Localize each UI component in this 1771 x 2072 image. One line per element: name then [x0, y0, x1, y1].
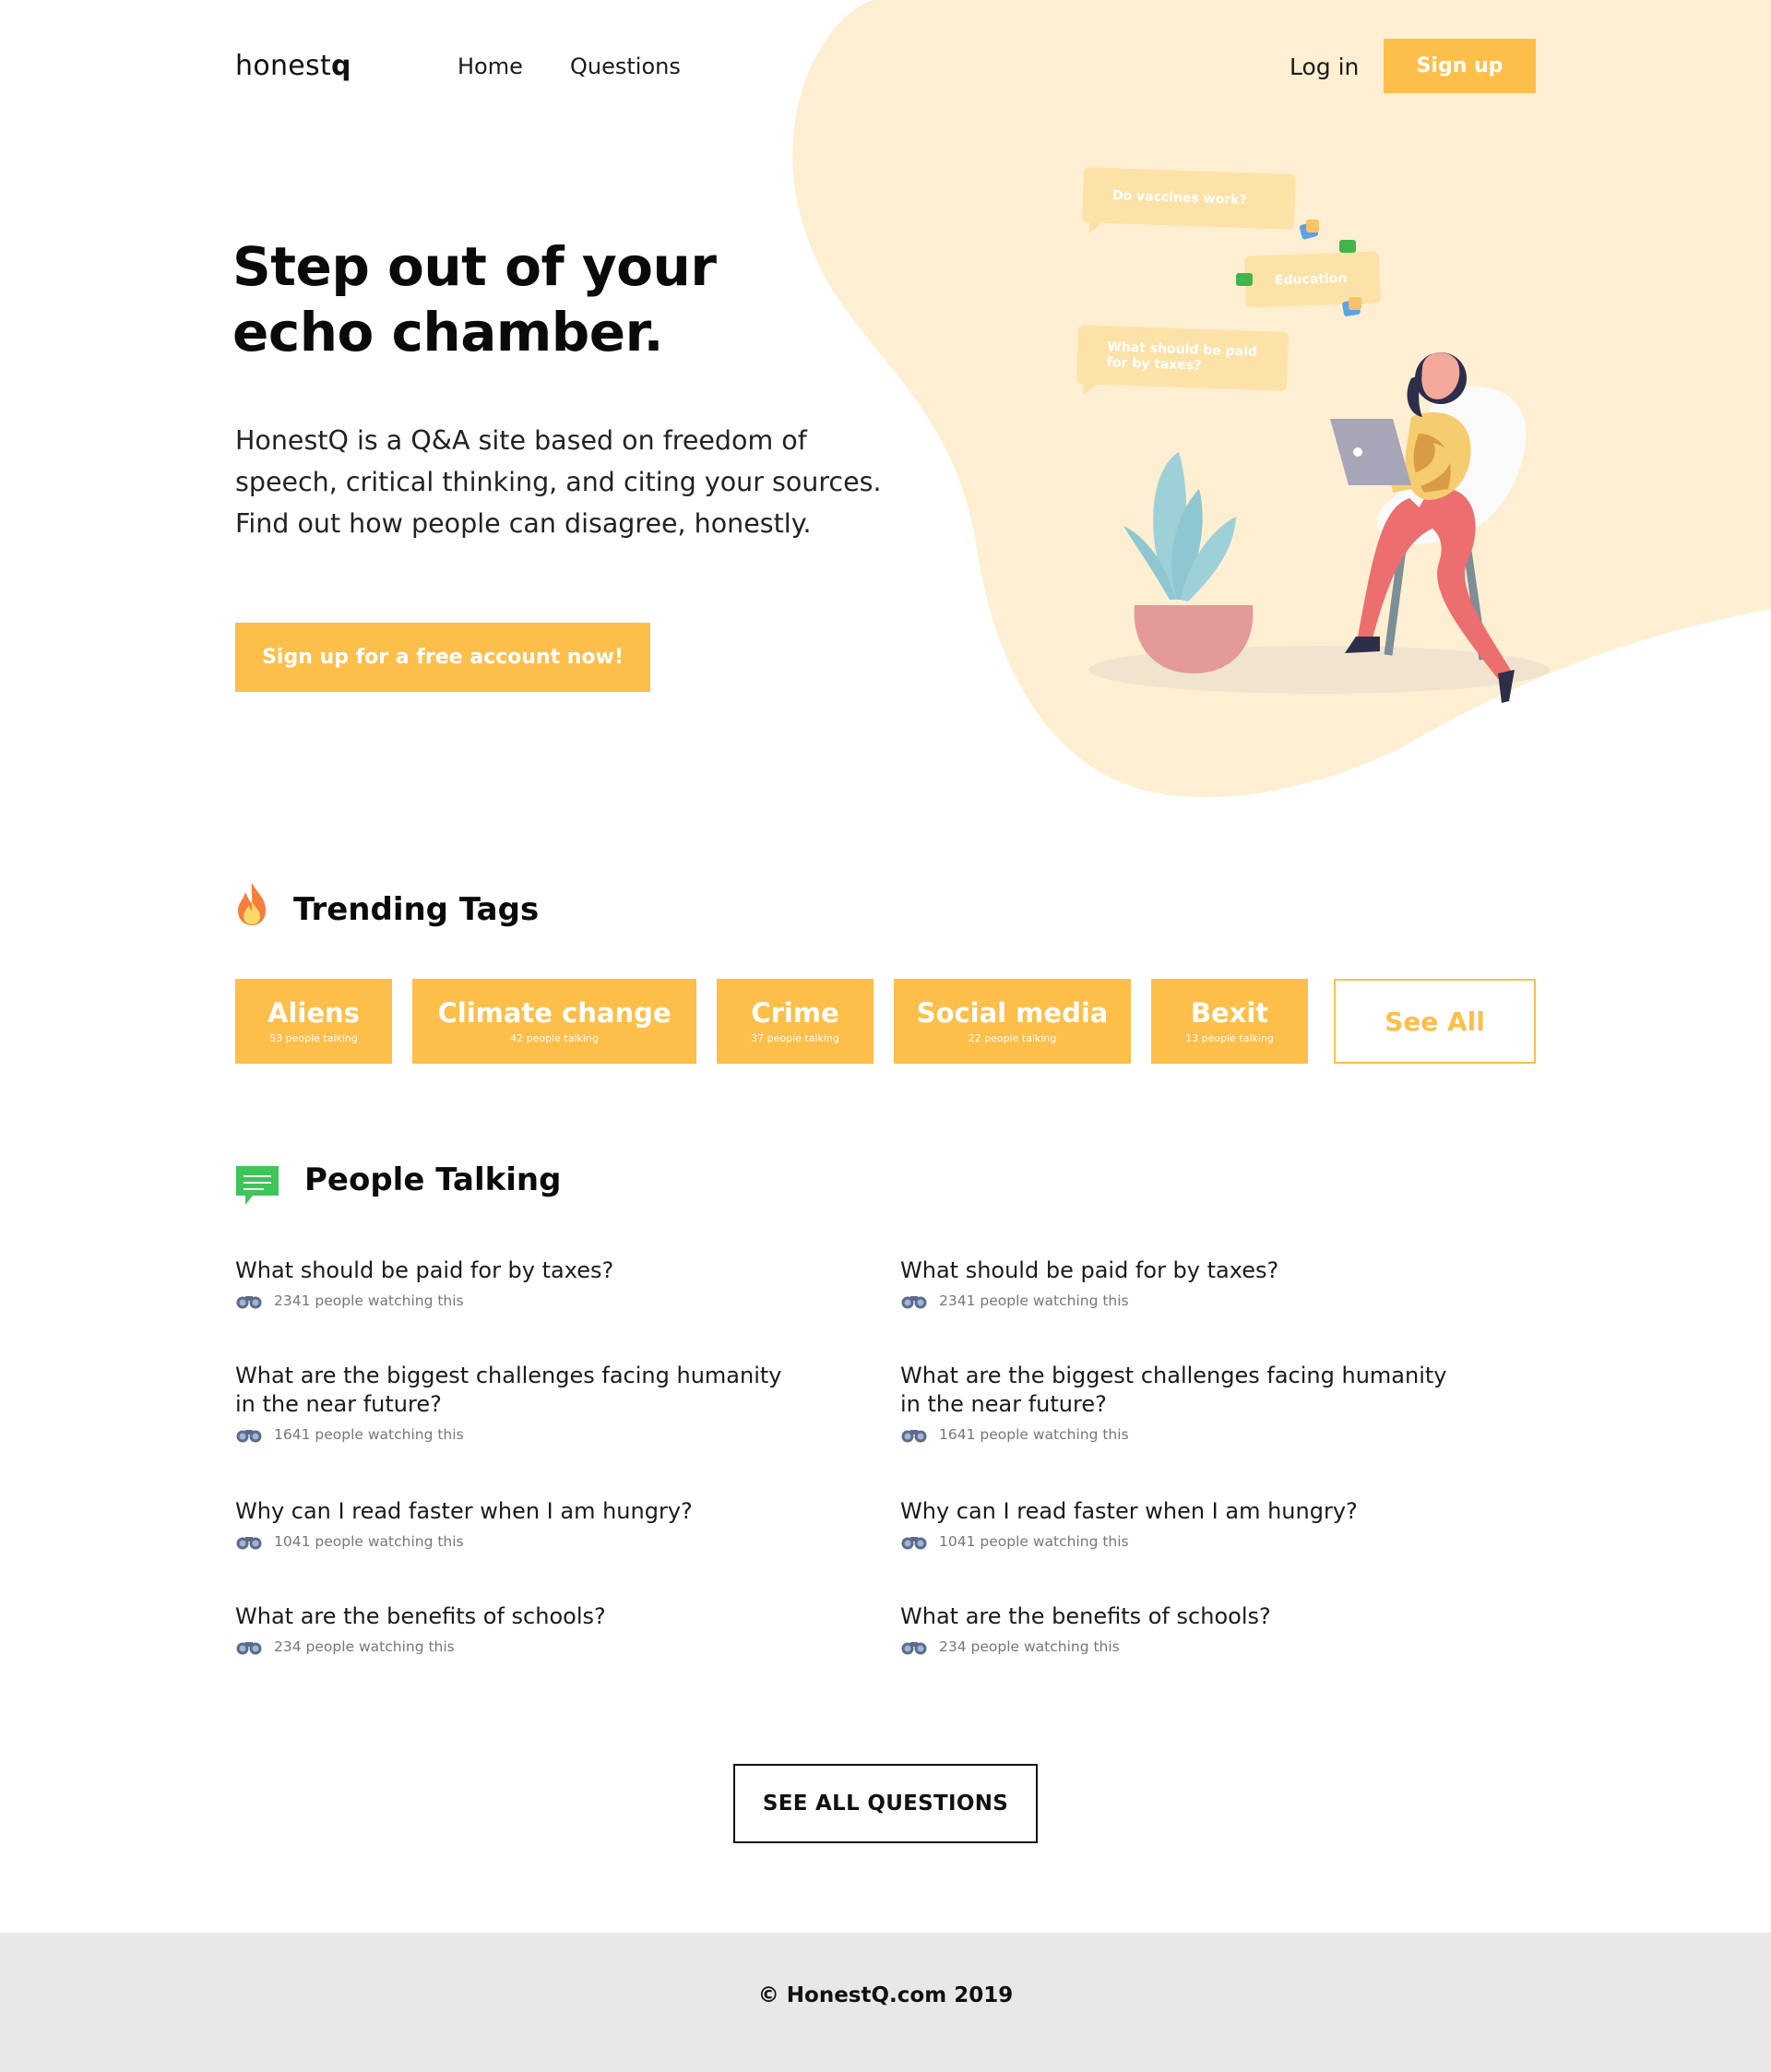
question-title[interactable]: What are the biggest challenges facing h… — [235, 1362, 807, 1419]
question-item[interactable]: Why can I read faster when I am hungry? … — [235, 1497, 807, 1550]
question-item[interactable]: What are the benefits of schools? 234 pe… — [235, 1602, 807, 1655]
question-meta: 1041 people watching this — [900, 1533, 1472, 1550]
binoculars-icon — [236, 1537, 262, 1550]
hero-description-line1: HonestQ is a Q&A site based on freedom o… — [235, 425, 807, 456]
watching-count: 2341 people watching this — [274, 1292, 464, 1309]
tag-aliens[interactable]: Aliens 53 people talking — [235, 979, 392, 1064]
watching-count: 1641 people watching this — [274, 1426, 464, 1443]
signup-button[interactable]: Sign up — [1384, 39, 1536, 93]
footer: © HonestQ.com 2019 — [0, 1933, 1771, 2072]
question-meta: 234 people watching this — [235, 1638, 807, 1655]
footer-copyright: © HonestQ.com 2019 — [757, 1983, 1014, 2007]
question-item[interactable]: What are the biggest challenges facing h… — [235, 1362, 807, 1443]
logo[interactable]: honestq — [235, 50, 351, 82]
question-item[interactable]: Why can I read faster when I am hungry? … — [900, 1497, 1472, 1550]
see-all-questions-button[interactable]: SEE ALL QUESTIONS — [733, 1764, 1038, 1843]
question-meta: 1041 people watching this — [235, 1533, 807, 1550]
hero-title-line1: Step out of your — [232, 235, 717, 298]
binoculars-icon — [901, 1537, 927, 1550]
nav-questions-link[interactable]: Questions — [570, 54, 681, 79]
question-meta: 1641 people watching this — [900, 1426, 1472, 1443]
binoculars-icon — [236, 1642, 262, 1655]
people-talking-heading: People Talking — [304, 1161, 562, 1198]
tag-name: Social media — [916, 997, 1109, 1029]
watching-count: 234 people watching this — [274, 1638, 455, 1655]
hero-title-line2: echo chamber. — [232, 301, 664, 363]
question-item[interactable]: What are the benefits of schools? 234 pe… — [900, 1602, 1472, 1655]
fire-icon — [238, 883, 266, 925]
binoculars-icon — [901, 1642, 927, 1655]
watching-count: 1641 people watching this — [939, 1426, 1129, 1443]
watching-count: 2341 people watching this — [939, 1292, 1129, 1309]
question-meta: 2341 people watching this — [900, 1292, 1472, 1309]
chat-icon — [236, 1166, 279, 1205]
tag-count: 13 people talking — [1185, 1032, 1274, 1044]
tag-count: 42 people talking — [510, 1032, 599, 1044]
question-title[interactable]: What are the benefits of schools? — [900, 1602, 1472, 1631]
tag-count: 53 people talking — [269, 1032, 358, 1044]
question-title[interactable]: What should be paid for by taxes? — [900, 1256, 1472, 1285]
question-item[interactable]: What are the biggest challenges facing h… — [900, 1362, 1472, 1443]
hero-title: Step out of your echo chamber. — [232, 234, 804, 365]
tag-crime[interactable]: Crime 37 people talking — [717, 979, 874, 1064]
watching-count: 1041 people watching this — [939, 1533, 1129, 1550]
question-meta: 234 people watching this — [900, 1638, 1472, 1655]
trending-tags-heading: Trending Tags — [293, 891, 540, 928]
binoculars-icon — [236, 1430, 262, 1443]
question-title[interactable]: What are the biggest challenges facing h… — [900, 1362, 1472, 1419]
tag-count: 37 people talking — [751, 1032, 839, 1044]
binoculars-icon — [236, 1296, 262, 1309]
tag-social-media[interactable]: Social media 22 people talking — [894, 979, 1131, 1064]
hero-description-line2: speech, critical thinking, and citing yo… — [235, 467, 882, 497]
question-meta: 1641 people watching this — [235, 1426, 807, 1443]
tag-count: 22 people talking — [968, 1032, 1057, 1044]
tag-name: Aliens — [267, 997, 360, 1029]
hero-signup-cta-button[interactable]: Sign up for a free account now! — [235, 623, 650, 692]
tag-bexit[interactable]: Bexit 13 people talking — [1151, 979, 1308, 1064]
login-link[interactable]: Log in — [1290, 54, 1359, 80]
binoculars-icon — [901, 1296, 927, 1309]
watching-count: 234 people watching this — [939, 1638, 1120, 1655]
question-title[interactable]: Why can I read faster when I am hungry? — [235, 1497, 807, 1526]
question-meta: 2341 people watching this — [235, 1292, 807, 1309]
binoculars-icon — [901, 1430, 927, 1443]
tag-name: Climate change — [437, 997, 672, 1029]
question-title[interactable]: Why can I read faster when I am hungry? — [900, 1497, 1472, 1526]
hero-description-line3: Find out how people can disagree, honest… — [235, 508, 812, 539]
tag-climate-change[interactable]: Climate change 42 people talking — [412, 979, 696, 1064]
question-title[interactable]: What are the benefits of schools? — [235, 1602, 807, 1631]
nav-home-link[interactable]: Home — [458, 54, 523, 79]
hero-illustration: Do vaccines work? Education What should … — [1061, 157, 1577, 710]
tag-name: Crime — [751, 997, 839, 1029]
question-item[interactable]: What should be paid for by taxes? 2341 p… — [235, 1256, 807, 1309]
hero-description: HonestQ is a Q&A site based on freedom o… — [235, 420, 936, 544]
see-all-tags-button[interactable]: See All — [1334, 979, 1536, 1064]
woman-with-laptop-icon — [1088, 220, 1550, 703]
question-title[interactable]: What should be paid for by taxes? — [235, 1256, 807, 1285]
tag-name: Bexit — [1190, 997, 1269, 1029]
question-item[interactable]: What should be paid for by taxes? 2341 p… — [900, 1256, 1472, 1309]
watching-count: 1041 people watching this — [274, 1533, 464, 1550]
